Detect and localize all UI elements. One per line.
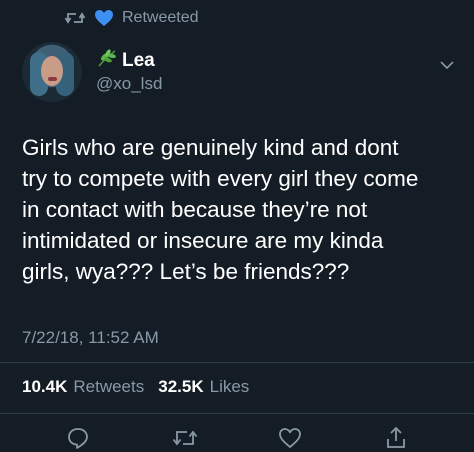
author-name: Lea [122,50,155,71]
tweet-timestamp: 7/22/18, 11:52 AM [22,328,159,347]
tweet-stats: 10.4K Retweets 32.5K Likes [22,377,257,397]
avatar[interactable] [22,42,82,102]
author-handle[interactable]: @xo_lsd [96,74,162,94]
retweeted-label: Retweeted [122,9,199,26]
divider [0,362,474,363]
tweet-line: try to compete with every girl they come [22,166,419,191]
tweet-line: in contact with because they’re not [22,197,368,222]
retweeted-header: Retweeted [64,6,199,30]
reply-icon[interactable] [66,426,90,450]
author-name-line[interactable]: Lea [96,48,155,74]
tweet-line: girls, wya??? Let’s be friends??? [22,259,350,284]
herb-emoji [96,48,118,74]
chevron-down-icon[interactable] [440,58,454,72]
share-icon[interactable] [384,426,408,450]
retweet-icon [64,10,86,26]
retweet-icon[interactable] [172,426,198,450]
tweet-text: Girls who are genuinely kind and dont tr… [22,132,462,287]
divider [0,413,474,414]
likes-count[interactable]: 32.5K [158,377,203,397]
retweets-count[interactable]: 10.4K [22,377,67,397]
tweet-actions [0,426,474,452]
likes-label[interactable]: Likes [210,377,250,397]
tweet-author[interactable]: Lea @xo_lsd [22,42,462,106]
retweets-label[interactable]: Retweets [73,377,144,397]
tweet-line: intimidated or insecure are my kinda [22,228,384,253]
tweet-line: Girls who are genuinely kind and dont [22,135,399,160]
like-icon[interactable] [278,426,302,450]
blue-heart-emoji [94,9,114,27]
